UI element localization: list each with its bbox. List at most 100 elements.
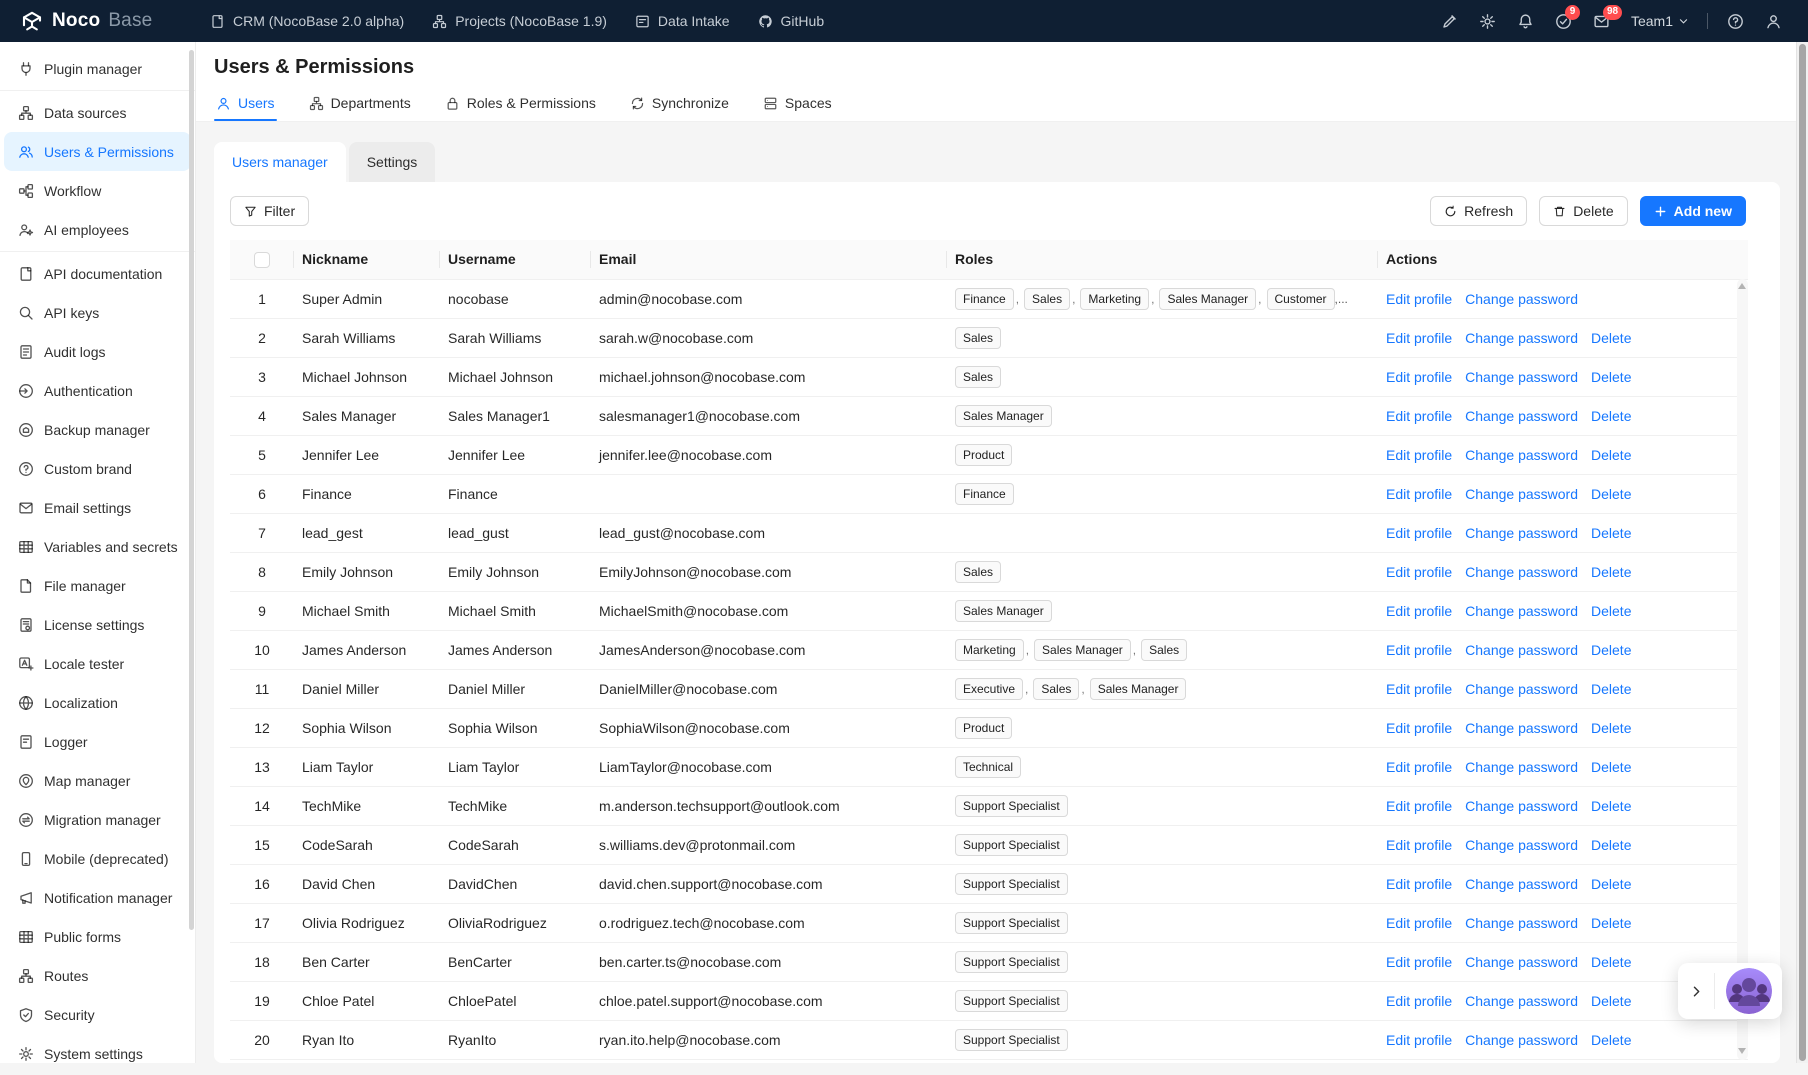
delete-link[interactable]: Delete — [1591, 486, 1631, 502]
topbar-menu-projects-nocobase-1-9[interactable]: Projects (NocoBase 1.9) — [418, 0, 621, 42]
subtab-users-manager[interactable]: Users manager — [214, 142, 346, 182]
help-button[interactable] — [1716, 0, 1754, 42]
change-password-link[interactable]: Change password — [1465, 603, 1578, 619]
tab-spaces[interactable]: Spaces — [761, 88, 834, 121]
edit-profile-link[interactable]: Edit profile — [1386, 486, 1452, 502]
edit-profile-link[interactable]: Edit profile — [1386, 291, 1452, 307]
sidebar-item-migration-manager[interactable]: Migration manager — [4, 800, 191, 839]
subtab-settings[interactable]: Settings — [349, 142, 436, 182]
sidebar-item-localization[interactable]: Localization — [4, 683, 191, 722]
edit-profile-link[interactable]: Edit profile — [1386, 954, 1452, 970]
sidebar-item-license-settings[interactable]: License settings — [4, 605, 191, 644]
sidebar-item-notification-manager[interactable]: Notification manager — [4, 878, 191, 917]
delete-link[interactable]: Delete — [1591, 798, 1631, 814]
change-password-link[interactable]: Change password — [1465, 330, 1578, 346]
sidebar-item-custom-brand[interactable]: Custom brand — [4, 449, 191, 488]
change-password-link[interactable]: Change password — [1465, 993, 1578, 1009]
sidebar-scrollbar[interactable] — [189, 50, 194, 930]
sidebar-item-workflow[interactable]: Workflow — [4, 171, 191, 210]
user-menu-button[interactable] — [1754, 0, 1792, 42]
change-password-link[interactable]: Change password — [1465, 954, 1578, 970]
sidebar-item-mobile-deprecated[interactable]: Mobile (deprecated) — [4, 839, 191, 878]
topbar-menu-data-intake[interactable]: Data Intake — [621, 0, 744, 42]
change-password-link[interactable]: Change password — [1465, 408, 1578, 424]
column-header-username[interactable]: Username — [440, 240, 591, 279]
edit-profile-link[interactable]: Edit profile — [1386, 915, 1452, 931]
delete-link[interactable]: Delete — [1591, 1032, 1631, 1048]
edit-profile-link[interactable]: Edit profile — [1386, 720, 1452, 736]
change-password-link[interactable]: Change password — [1465, 291, 1578, 307]
topbar-menu-github[interactable]: GitHub — [744, 0, 839, 42]
delete-link[interactable]: Delete — [1591, 993, 1631, 1009]
sidebar-item-authentication[interactable]: Authentication — [4, 371, 191, 410]
delete-link[interactable]: Delete — [1591, 642, 1631, 658]
delete-link[interactable]: Delete — [1591, 330, 1631, 346]
highlighter-button[interactable] — [1431, 0, 1469, 42]
sidebar-item-api-keys[interactable]: API keys — [4, 293, 191, 332]
edit-profile-link[interactable]: Edit profile — [1386, 798, 1452, 814]
refresh-button[interactable]: Refresh — [1430, 196, 1527, 226]
edit-profile-link[interactable]: Edit profile — [1386, 1032, 1452, 1048]
change-password-link[interactable]: Change password — [1465, 564, 1578, 580]
delete-link[interactable]: Delete — [1591, 837, 1631, 853]
edit-profile-link[interactable]: Edit profile — [1386, 564, 1452, 580]
delete-link[interactable]: Delete — [1591, 759, 1631, 775]
tab-departments[interactable]: Departments — [307, 88, 413, 121]
gear-button[interactable] — [1469, 0, 1507, 42]
topbar-menu-crm-nocobase-2-0-alpha[interactable]: CRM (NocoBase 2.0 alpha) — [196, 0, 418, 42]
edit-profile-link[interactable]: Edit profile — [1386, 408, 1452, 424]
sidebar-item-logger[interactable]: Logger — [4, 722, 191, 761]
tab-roles-permissions[interactable]: Roles & Permissions — [443, 88, 598, 121]
sidebar-item-public-forms[interactable]: Public forms — [4, 917, 191, 956]
edit-profile-link[interactable]: Edit profile — [1386, 642, 1452, 658]
delete-link[interactable]: Delete — [1591, 408, 1631, 424]
delete-link[interactable]: Delete — [1591, 603, 1631, 619]
scroll-down-arrow-icon[interactable] — [1738, 1048, 1746, 1054]
delete-link[interactable]: Delete — [1591, 564, 1631, 580]
delete-link[interactable]: Delete — [1591, 876, 1631, 892]
ai-employees-avatar[interactable] — [1726, 968, 1772, 1014]
window-scrollbar-thumb[interactable] — [1799, 44, 1806, 1061]
edit-profile-link[interactable]: Edit profile — [1386, 603, 1452, 619]
edit-profile-link[interactable]: Edit profile — [1386, 993, 1452, 1009]
sidebar-item-map-manager[interactable]: Map manager — [4, 761, 191, 800]
delete-link[interactable]: Delete — [1591, 525, 1631, 541]
column-header-email[interactable]: Email — [591, 240, 947, 279]
ai-widget-expand-button[interactable] — [1678, 963, 1714, 1019]
todo-button[interactable]: 9 — [1545, 0, 1583, 42]
delete-link[interactable]: Delete — [1591, 915, 1631, 931]
inbox-button[interactable]: 98 — [1583, 0, 1621, 42]
column-header-roles[interactable]: Roles — [947, 240, 1378, 279]
change-password-link[interactable]: Change password — [1465, 759, 1578, 775]
sidebar-item-variables-and-secrets[interactable]: Variables and secrets — [4, 527, 191, 566]
edit-profile-link[interactable]: Edit profile — [1386, 369, 1452, 385]
sidebar-item-ai-employees[interactable]: AI employees — [4, 210, 191, 249]
edit-profile-link[interactable]: Edit profile — [1386, 525, 1452, 541]
edit-profile-link[interactable]: Edit profile — [1386, 681, 1452, 697]
column-header-nickname[interactable]: Nickname — [294, 240, 440, 279]
delete-link[interactable]: Delete — [1591, 720, 1631, 736]
change-password-link[interactable]: Change password — [1465, 681, 1578, 697]
sidebar-item-security[interactable]: Security — [4, 995, 191, 1034]
change-password-link[interactable]: Change password — [1465, 642, 1578, 658]
sidebar-item-locale-tester[interactable]: Locale tester — [4, 644, 191, 683]
tab-synchronize[interactable]: Synchronize — [628, 88, 731, 121]
edit-profile-link[interactable]: Edit profile — [1386, 330, 1452, 346]
sidebar-item-api-documentation[interactable]: API documentation — [4, 254, 191, 293]
bell-button[interactable] — [1507, 0, 1545, 42]
change-password-link[interactable]: Change password — [1465, 915, 1578, 931]
change-password-link[interactable]: Change password — [1465, 876, 1578, 892]
column-header-actions[interactable]: Actions — [1378, 240, 1748, 279]
edit-profile-link[interactable]: Edit profile — [1386, 759, 1452, 775]
change-password-link[interactable]: Change password — [1465, 447, 1578, 463]
tab-users[interactable]: Users — [214, 88, 277, 121]
filter-button[interactable]: Filter — [230, 196, 309, 226]
change-password-link[interactable]: Change password — [1465, 525, 1578, 541]
change-password-link[interactable]: Change password — [1465, 837, 1578, 853]
delete-link[interactable]: Delete — [1591, 681, 1631, 697]
change-password-link[interactable]: Change password — [1465, 720, 1578, 736]
delete-link[interactable]: Delete — [1591, 369, 1631, 385]
edit-profile-link[interactable]: Edit profile — [1386, 837, 1452, 853]
sidebar-item-routes[interactable]: Routes — [4, 956, 191, 995]
scroll-up-arrow-icon[interactable] — [1738, 283, 1746, 289]
